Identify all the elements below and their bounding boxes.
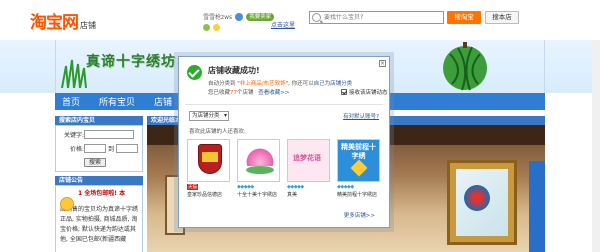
more-shops-link[interactable]: 更多店铺>>	[344, 211, 375, 219]
cross-stitch-frame	[447, 160, 517, 245]
shop-search-panel: 关键字: 价格: 到 搜索	[55, 125, 143, 172]
tmall-badge: 天猫	[187, 184, 198, 190]
shop-thumbnail[interactable]	[187, 139, 230, 182]
custom-category-link[interactable]: 自己为店铺分类	[314, 81, 353, 87]
shop-thumbnail[interactable]: 精美前程十字绣	[337, 139, 380, 182]
keyword-label: 关键字:	[63, 132, 84, 139]
user-info: 雪雪枪zws 我要卖家	[203, 12, 275, 21]
grass-icon	[61, 59, 87, 88]
success-check-icon	[187, 65, 202, 80]
user-icons	[203, 24, 220, 31]
shop-card[interactable]: 精美前程十字绣 ◆◆◆◆◆ 精美前程十字绣店	[337, 139, 380, 199]
category-info: 自动分类到 "非上商品/布艺软饰", 你还可以自己为店铺分类	[208, 81, 353, 87]
favorites-count: 您已收藏77个店铺 查看收藏>>	[208, 90, 290, 96]
close-icon[interactable]: ×	[379, 60, 386, 67]
contact-link[interactable]: 点击这里	[271, 20, 295, 29]
dialog-title: 店铺收藏成功!	[208, 66, 260, 75]
shop-card[interactable]: ◆◆◆◆◆ 十全十美十字绣店	[237, 139, 280, 199]
taobao-logo[interactable]: 淘宝网 店铺	[30, 8, 96, 33]
announcement-line1: 1 全场包邮啦! 本	[78, 190, 126, 197]
status-icon	[203, 24, 210, 31]
shop-name[interactable]: 精美前程十字绣店	[337, 192, 380, 198]
watermelon-icon	[443, 42, 487, 91]
checkbox-icon[interactable]	[341, 89, 347, 95]
shop-card[interactable]: 天猫 皇家珍品信德店	[187, 139, 230, 199]
announcement-text: 店销售的宝贝均为真谛十字绣正品, 实物拍摄, 商城品质, 淘宝价格; 默认快递为…	[60, 206, 139, 243]
sidebar: 搜索店内宝贝 关键字: 价格: 到 搜索 店铺公告 1 全场包邮啦! 本 店销售…	[55, 116, 143, 252]
default-account-link[interactable]: 有对默认账号?	[343, 112, 379, 120]
shop-name[interactable]: 真美	[287, 192, 330, 198]
scrollbar[interactable]	[592, 40, 600, 252]
top-header: 淘宝网 店铺 雪雪枪zws 我要卖家 点击这里 搜淘宝 搜本店	[0, 0, 600, 40]
search-icon	[312, 13, 321, 22]
announcement-title: 店铺公告	[55, 176, 143, 185]
search-store-button[interactable]: 搜本店	[485, 11, 519, 24]
logo-sub: 店铺	[80, 21, 96, 30]
category-select[interactable]: 为店铺分类	[189, 111, 229, 121]
wangwang-icon[interactable]	[213, 24, 220, 31]
nav-home[interactable]: 首页	[62, 95, 80, 108]
search-box[interactable]	[309, 11, 444, 24]
favorite-success-dialog: × 店铺收藏成功! 自动分类到 "非上商品/布艺软饰", 你还可以自己为店铺分类…	[178, 56, 390, 228]
nav-shop[interactable]: 店铺	[154, 95, 172, 108]
keyword-input[interactable]	[84, 130, 134, 139]
view-favorites-link[interactable]: 查看收藏>>	[258, 90, 289, 96]
announcement-body: 1 全场包邮啦! 本 店销售的宝贝均为真谛十字绣正品, 实物拍摄, 商城品质, …	[55, 185, 143, 252]
logo-text: 淘宝网	[30, 13, 79, 33]
nav-all-items[interactable]: 所有宝贝	[99, 95, 135, 108]
member-icon	[235, 12, 244, 21]
shop-search-button[interactable]: 搜索	[84, 158, 107, 167]
shop-name[interactable]: 十全十美十字绣店	[237, 192, 280, 198]
username[interactable]: 雪雪枪zws	[203, 12, 232, 21]
recommend-subtitle: 喜欢此店铺的人还喜欢:	[189, 129, 246, 135]
smiley-icon	[60, 197, 74, 211]
seller-badge[interactable]: 我要卖家	[246, 12, 275, 21]
price-min-input[interactable]	[84, 144, 106, 153]
shop-thumbnail[interactable]	[237, 139, 280, 182]
shop-name[interactable]: 皇家珍品信德店	[187, 192, 230, 198]
search-input[interactable]	[324, 14, 434, 21]
diamond-rating-icon: ◆◆◆◆◆	[237, 184, 254, 190]
diamond-rating-icon: ◆◆◆◆◆	[337, 184, 354, 190]
shop-card[interactable]: 追梦花语 ◆◆◆◆◆ 真美	[287, 139, 330, 199]
search-panel-title: 搜索店内宝贝	[55, 116, 143, 125]
price-to: 到	[108, 146, 115, 153]
shop-title: 真谛十字绣坊	[86, 54, 176, 70]
search-taobao-button[interactable]: 搜淘宝	[447, 11, 481, 24]
price-max-input[interactable]	[116, 144, 139, 153]
recommended-shops: 天猫 皇家珍品信德店 ◆◆◆◆◆ 十全十美十字绣店 追梦花语 ◆◆◆◆◆ 真美 …	[187, 139, 383, 199]
diamond-rating-icon: ◆◆◆◆◆	[287, 184, 304, 190]
shop-thumbnail[interactable]: 追梦花语	[287, 139, 330, 182]
receive-updates-checkbox[interactable]: 接收该店铺动态	[341, 88, 388, 96]
price-label: 价格:	[69, 146, 84, 153]
